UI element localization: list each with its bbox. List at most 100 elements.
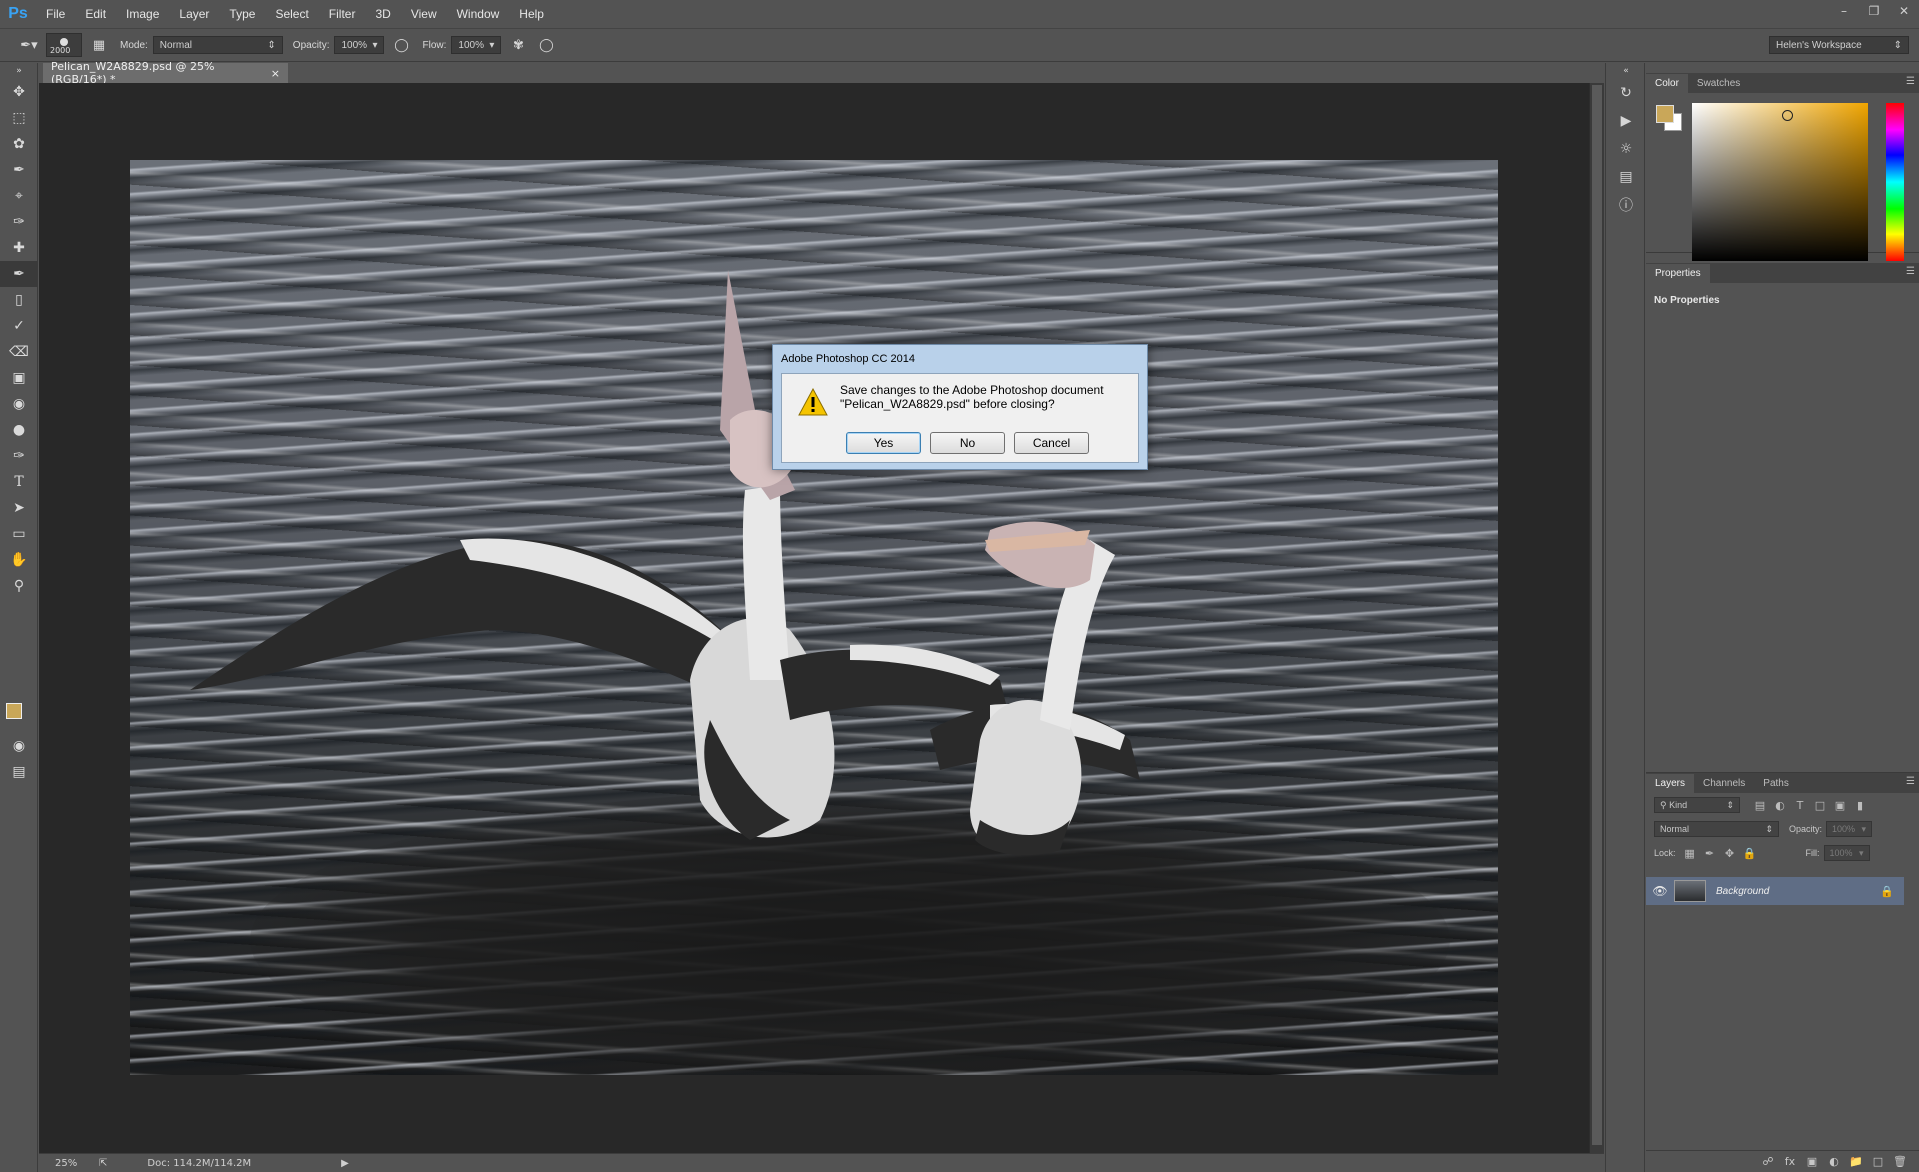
path-selection-tool-icon[interactable]: ➤ xyxy=(0,495,38,521)
layer-row-background[interactable]: 👁 Background 🔒 xyxy=(1646,877,1904,905)
history-brush-tool-icon[interactable]: ✓ xyxy=(0,313,38,339)
foreground-color-swatch[interactable] xyxy=(6,703,22,719)
collapse-toolbar-icon[interactable]: » xyxy=(0,63,38,79)
hue-slider[interactable] xyxy=(1886,103,1904,261)
adjustment-layer-icon[interactable]: ◐ xyxy=(1823,1155,1845,1168)
fill-field[interactable]: 100% ▾ xyxy=(1823,845,1870,861)
rectangle-tool-icon[interactable]: ▭ xyxy=(0,521,38,547)
marquee-tool-icon[interactable]: ⬚ xyxy=(0,105,38,131)
quick-mask-icon[interactable]: ◉ xyxy=(0,733,38,759)
pen-tool-icon[interactable]: ✑ xyxy=(0,443,38,469)
lasso-tool-icon[interactable]: ✿ xyxy=(0,131,38,157)
pixel-filter-icon[interactable]: ▤ xyxy=(1750,797,1770,813)
dodge-tool-icon[interactable]: ● xyxy=(0,417,38,443)
new-group-icon[interactable]: 📁 xyxy=(1845,1155,1867,1168)
tab-color[interactable]: Color xyxy=(1646,74,1688,93)
brush-tool-icon[interactable]: ✒ xyxy=(0,261,38,287)
visibility-eye-icon[interactable]: 👁 xyxy=(1646,884,1674,898)
tab-properties[interactable]: Properties xyxy=(1646,264,1710,283)
tab-paths[interactable]: Paths xyxy=(1754,774,1798,793)
flow-field[interactable]: 100% ▾ xyxy=(451,36,502,54)
blur-tool-icon[interactable]: ◉ xyxy=(0,391,38,417)
zoom-tool-icon[interactable]: ⚲ xyxy=(0,573,38,599)
lock-transparency-icon[interactable]: ▦ xyxy=(1680,845,1700,861)
healing-brush-tool-icon[interactable]: ✚ xyxy=(0,235,38,261)
menu-help[interactable]: Help xyxy=(509,0,554,28)
add-mask-icon[interactable]: ▣ xyxy=(1801,1155,1823,1168)
vertical-scrollbar[interactable] xyxy=(1589,83,1604,1153)
lock-all-icon[interactable]: 🔒 xyxy=(1740,845,1760,861)
color-picker-cursor[interactable] xyxy=(1782,110,1793,121)
menu-window[interactable]: Window xyxy=(447,0,510,28)
minimize-icon[interactable]: – xyxy=(1829,0,1859,22)
layer-opacity-field[interactable]: 100% ▾ xyxy=(1826,821,1873,837)
shape-filter-icon[interactable]: □ xyxy=(1810,797,1830,813)
delete-layer-icon[interactable]: 🗑 xyxy=(1889,1155,1911,1168)
close-tab-icon[interactable]: × xyxy=(271,67,280,80)
actions-panel-icon[interactable]: ▶ xyxy=(1606,107,1646,135)
smart-object-filter-icon[interactable]: ▣ xyxy=(1830,797,1850,813)
status-menu-arrow-icon[interactable]: ▶ xyxy=(341,1158,349,1169)
clone-stamp-tool-icon[interactable]: ▯ xyxy=(0,287,38,313)
move-tool-icon[interactable]: ✥ xyxy=(0,79,38,105)
panel-menu-icon[interactable]: ☰ xyxy=(1906,776,1915,787)
menu-filter[interactable]: Filter xyxy=(319,0,366,28)
quick-selection-tool-icon[interactable]: ✒ xyxy=(0,157,38,183)
eyedropper-tool-icon[interactable]: ✑ xyxy=(0,209,38,235)
blend-mode-dropdown[interactable]: Normal ⇕ xyxy=(1654,821,1779,837)
lock-image-icon[interactable]: ✒ xyxy=(1700,845,1720,861)
pressure-opacity-icon[interactable]: ◯ xyxy=(390,34,412,56)
menu-select[interactable]: Select xyxy=(265,0,318,28)
restore-icon[interactable]: ❐ xyxy=(1859,0,1889,22)
menu-image[interactable]: Image xyxy=(116,0,169,28)
mode-dropdown[interactable]: Normal ⇕ xyxy=(152,36,283,54)
gradient-tool-icon[interactable]: ▣ xyxy=(0,365,38,391)
opacity-field[interactable]: 100% ▾ xyxy=(334,36,385,54)
brush-tool-preset-icon[interactable]: ✒▾ xyxy=(18,34,40,56)
brush-panel-toggle-icon[interactable]: ▦ xyxy=(88,34,110,56)
workspace-dropdown[interactable]: Helen's Workspace ⇕ xyxy=(1769,36,1909,54)
export-icon[interactable]: ⇱ xyxy=(99,1158,107,1169)
tab-swatches[interactable]: Swatches xyxy=(1688,74,1749,93)
document-tab[interactable]: Pelican_W2A8829.psd @ 25% (RGB/16*) * × xyxy=(43,60,288,86)
panel-menu-icon[interactable]: ☰ xyxy=(1906,76,1915,87)
brush-preset-picker[interactable]: 2000 xyxy=(46,33,82,57)
menu-3d[interactable]: 3D xyxy=(365,0,400,28)
crop-tool-icon[interactable]: ⌖ xyxy=(0,183,38,209)
screen-mode-icon[interactable]: ▤ xyxy=(0,759,38,785)
close-window-icon[interactable]: ✕ xyxy=(1889,0,1919,22)
eraser-tool-icon[interactable]: ⌫ xyxy=(0,339,38,365)
tab-layers[interactable]: Layers xyxy=(1646,774,1695,793)
kind-filter-dropdown[interactable]: ⚲ Kind ⇕ xyxy=(1654,797,1740,813)
pressure-size-icon[interactable]: ◯ xyxy=(535,34,557,56)
history-panel-icon[interactable]: ↻ xyxy=(1606,79,1646,107)
menu-file[interactable]: File xyxy=(36,0,75,28)
color-picker-field[interactable] xyxy=(1692,103,1868,261)
layer-name[interactable]: Background xyxy=(1716,886,1880,897)
menu-view[interactable]: View xyxy=(401,0,447,28)
scrollbar-thumb[interactable] xyxy=(1592,85,1602,1145)
type-tool-icon[interactable]: T xyxy=(0,469,38,495)
info-panel-icon[interactable]: ⓘ xyxy=(1606,191,1646,219)
panel-menu-icon[interactable]: ☰ xyxy=(1906,266,1915,277)
cancel-button[interactable]: Cancel xyxy=(1014,432,1089,454)
link-layers-icon[interactable]: ☍ xyxy=(1757,1155,1779,1168)
adjustment-filter-icon[interactable]: ◐ xyxy=(1770,797,1790,813)
airbrush-icon[interactable]: ✾ xyxy=(507,34,529,56)
fx-icon[interactable]: fx xyxy=(1779,1155,1801,1168)
lock-position-icon[interactable]: ✥ xyxy=(1720,845,1740,861)
menu-layer[interactable]: Layer xyxy=(169,0,219,28)
no-button[interactable]: No xyxy=(930,432,1005,454)
expand-panels-icon[interactable]: « xyxy=(1606,63,1646,79)
color-foreground-swatch[interactable] xyxy=(1656,105,1674,123)
histogram-panel-icon[interactable]: ▤ xyxy=(1606,163,1646,191)
yes-button[interactable]: Yes xyxy=(846,432,921,454)
filter-toggle-icon[interactable]: ▮ xyxy=(1850,797,1870,813)
adjustments-panel-icon[interactable]: ☼ xyxy=(1606,135,1646,163)
new-layer-icon[interactable]: □ xyxy=(1867,1155,1889,1168)
zoom-level[interactable]: 25% xyxy=(39,1158,89,1169)
type-filter-icon[interactable]: T xyxy=(1790,797,1810,813)
hand-tool-icon[interactable]: ✋ xyxy=(0,547,38,573)
tab-channels[interactable]: Channels xyxy=(1694,774,1754,793)
menu-type[interactable]: Type xyxy=(219,0,265,28)
